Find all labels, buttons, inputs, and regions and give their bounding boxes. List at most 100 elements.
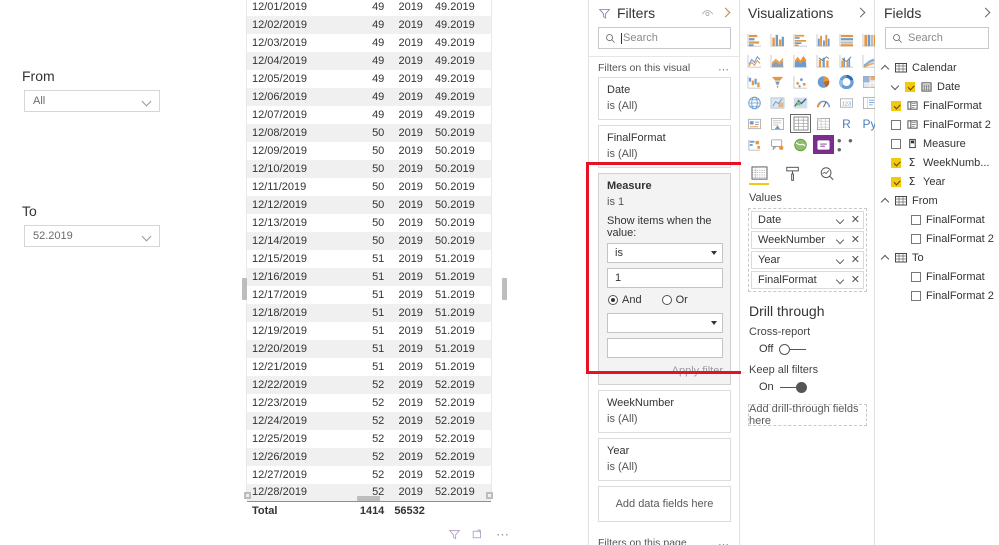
filter-radio-or[interactable]: Or [661, 294, 688, 306]
drill-through-dropzone[interactable]: Add drill-through fields here [748, 403, 867, 427]
table-icon[interactable] [790, 114, 811, 133]
collapse-visualizations-pane-icon[interactable] [855, 8, 866, 19]
resize-handle-bottom-left[interactable] [244, 492, 251, 499]
area-chart-icon[interactable] [767, 51, 788, 70]
gauge-icon[interactable] [813, 93, 834, 112]
table-row[interactable]: 12/02/2019 49 2019 49.2019 [247, 15, 491, 34]
filter-operator-select-2[interactable] [607, 313, 723, 333]
hide-filter-icon[interactable] [701, 7, 714, 20]
table-row[interactable]: 12/19/2019 51 2019 51.2019 [247, 322, 491, 340]
field-checkbox[interactable] [891, 157, 901, 168]
fields-item-finalformat[interactable]: FinalFormat [875, 267, 999, 286]
expand-collapse-icon[interactable] [891, 82, 900, 91]
tab-format[interactable] [783, 163, 803, 185]
filter-icon[interactable] [448, 528, 461, 541]
key-influencers-icon[interactable] [744, 135, 765, 154]
donut-chart-icon[interactable] [836, 72, 857, 91]
funnel-chart-icon[interactable] [767, 72, 788, 91]
table-row[interactable]: 12/05/2019 49 2019 49.2019 [247, 70, 491, 88]
fields-table-calendar[interactable]: Calendar [875, 58, 999, 77]
field-checkbox[interactable] [911, 214, 921, 225]
filters-page-more-icon[interactable]: ⋯ [718, 540, 730, 545]
slicer-icon[interactable] [767, 114, 788, 133]
fields-item-finalformat[interactable]: FinalFormat [875, 210, 999, 229]
table-row[interactable]: 12/27/2019 52 2019 52.2019 [247, 466, 491, 484]
values-well-item[interactable]: FinalFormat ✕ [751, 271, 864, 289]
table-row[interactable]: 12/26/2019 52 2019 52.2019 [247, 447, 491, 466]
fields-item-weeknumb[interactable]: Σ WeekNumb... [875, 153, 999, 172]
table-row[interactable]: 12/22/2019 52 2019 52.2019 [247, 375, 491, 394]
values-well-item[interactable]: Date ✕ [751, 211, 864, 229]
filter-card-year[interactable]: Year is (All) [598, 438, 731, 481]
table-row[interactable]: 12/12/2019 50 2019 50.2019 [247, 195, 491, 214]
fields-table-from[interactable]: From [875, 191, 999, 210]
apply-filter-button[interactable]: Apply filter [607, 364, 723, 377]
table-vertical-scrollbar-left[interactable] [242, 278, 247, 300]
cross-report-toggle[interactable] [779, 343, 807, 355]
fields-item-finalformat-2[interactable]: FinalFormat 2 [875, 229, 999, 248]
expand-collapse-icon[interactable] [881, 196, 890, 205]
chevron-down-icon[interactable] [836, 215, 846, 225]
table-row[interactable]: 12/01/2019 49 2019 49.2019 [247, 0, 491, 16]
keep-all-filters-toggle-row[interactable]: On [741, 381, 874, 402]
chevron-down-icon[interactable] [836, 275, 846, 285]
arcgis-map-icon[interactable] [790, 135, 811, 154]
stacked-bar-chart-icon[interactable] [744, 30, 765, 49]
fields-table-to[interactable]: To [875, 248, 999, 267]
table-horizontal-scrollbar[interactable] [357, 496, 380, 501]
tab-analytics[interactable] [817, 163, 837, 185]
filter-card-finalformat[interactable]: FinalFormat is (All) [598, 125, 731, 168]
keep-all-filters-toggle[interactable] [779, 381, 807, 393]
matrix-icon[interactable] [813, 114, 834, 133]
clustered-column-chart-icon[interactable] [813, 30, 834, 49]
field-checkbox[interactable] [891, 138, 901, 149]
filter-card-weeknumber[interactable]: WeekNumber is (All) [598, 390, 731, 433]
table-row[interactable]: 12/09/2019 50 2019 50.2019 [247, 142, 491, 160]
table-row[interactable]: 12/06/2019 49 2019 49.2019 [247, 87, 491, 106]
cross-report-toggle-row[interactable]: Off [741, 343, 874, 364]
remove-field-icon[interactable]: ✕ [851, 215, 860, 226]
table-row[interactable]: 12/11/2019 50 2019 50.2019 [247, 178, 491, 196]
field-checkbox[interactable] [911, 271, 921, 282]
fields-search-input[interactable]: Search [885, 27, 989, 49]
filter-radio-and[interactable]: And [608, 294, 642, 306]
table-row[interactable]: 12/23/2019 52 2019 52.2019 [247, 394, 491, 412]
pie-chart-icon[interactable] [813, 72, 834, 91]
expand-collapse-icon[interactable] [881, 253, 890, 262]
values-well[interactable]: Date ✕ WeekNumber ✕ Year ✕ FinalFormat ✕ [748, 208, 867, 292]
table-row[interactable]: 12/20/2019 51 2019 51.2019 [247, 339, 491, 358]
r-script-visual-icon[interactable]: R [836, 114, 857, 133]
remove-field-icon[interactable]: ✕ [851, 255, 860, 266]
fields-item-finalformat-2[interactable]: FinalFormat 2 [875, 286, 999, 305]
fields-item-measure[interactable]: Measure [875, 134, 999, 153]
table-row[interactable]: 12/25/2019 52 2019 52.2019 [247, 430, 491, 448]
table-row[interactable]: 12/17/2019 51 2019 51.2019 [247, 286, 491, 304]
table-vertical-scrollbar[interactable] [502, 278, 507, 300]
fields-item-finalformat-2[interactable]: FinalFormat 2 [875, 115, 999, 134]
field-checkbox[interactable] [891, 176, 901, 187]
filter-card-measure[interactable]: Measure is 1 Show items when the value: … [598, 173, 731, 385]
resize-handle-bottom-right[interactable] [486, 492, 493, 499]
line-stacked-column-chart-icon[interactable] [813, 51, 834, 70]
table-row[interactable]: 12/24/2019 52 2019 52.2019 [247, 411, 491, 430]
filled-map-icon[interactable] [767, 93, 788, 112]
table-visual[interactable]: Date WeekNumber Year FinalFormat 12/01/2… [246, 0, 492, 520]
collapse-fields-pane-icon[interactable] [980, 8, 991, 19]
tab-fields[interactable] [749, 163, 769, 185]
table-row[interactable]: 12/10/2019 50 2019 50.2019 [247, 159, 491, 178]
waterfall-chart-icon[interactable] [744, 72, 765, 91]
map-icon[interactable] [744, 93, 765, 112]
line-clustered-column-chart-icon[interactable] [836, 51, 857, 70]
slicer-to-dropdown[interactable]: 52.2019 [24, 225, 160, 247]
table-row[interactable]: 12/07/2019 49 2019 49.2019 [247, 106, 491, 124]
table-row[interactable]: 12/21/2019 51 2019 51.2019 [247, 358, 491, 376]
filters-visual-more-icon[interactable]: ⋯ [718, 65, 730, 76]
table-row[interactable]: 12/18/2019 51 2019 51.2019 [247, 303, 491, 322]
stacked-column-chart-icon[interactable] [767, 30, 788, 49]
chevron-down-icon[interactable] [836, 255, 846, 265]
paginated-report-icon[interactable] [813, 135, 834, 154]
focus-mode-icon[interactable] [472, 528, 485, 541]
values-well-item[interactable]: WeekNumber ✕ [751, 231, 864, 249]
field-checkbox[interactable] [911, 290, 921, 301]
table-row[interactable]: 12/03/2019 49 2019 49.2019 [247, 34, 491, 52]
